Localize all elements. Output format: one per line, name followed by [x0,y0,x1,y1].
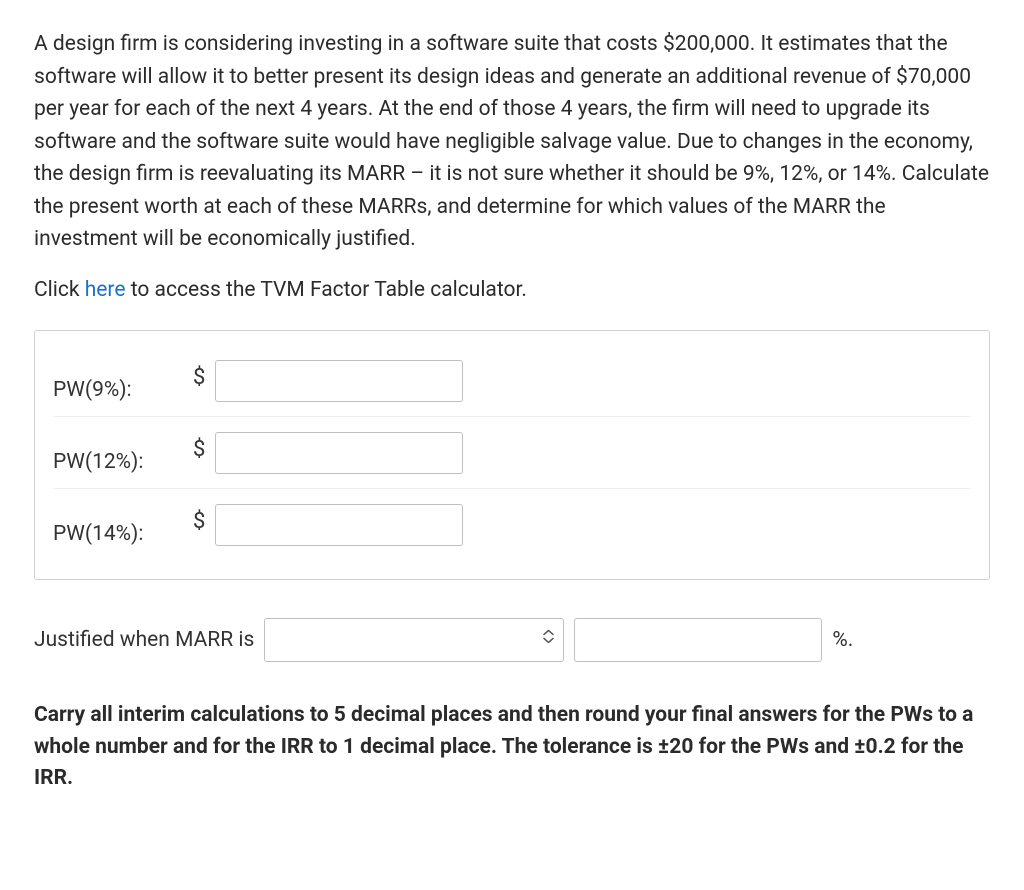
currency-symbol: $ [193,423,205,467]
pw-12-input[interactable] [215,432,463,474]
pw-12-row: PW(12%): $ [53,417,971,489]
marr-value-input[interactable] [574,618,822,662]
marr-comparison-select[interactable] [264,618,564,662]
problem-statement: A design firm is considering investing i… [34,28,990,256]
currency-symbol: $ [193,495,205,539]
pw-14-row: PW(14%): $ [53,489,971,561]
pw-9-input[interactable] [215,360,463,402]
justified-suffix: %. [832,624,853,657]
justified-line: Justified when MARR is %. [34,618,990,662]
tvm-access-line: Click here to access the TVM Factor Tabl… [34,274,990,307]
pw-14-label: PW(14%): [53,500,189,551]
tvm-link[interactable]: here [85,278,126,302]
pw-9-label: PW(9%): [53,356,189,407]
pw-9-row: PW(9%): $ [53,345,971,417]
calculation-instructions: Carry all interim calculations to 5 deci… [34,700,990,795]
pw-answer-box: PW(9%): $ PW(12%): $ PW(14%): $ [34,330,990,580]
pw-14-input[interactable] [215,504,463,546]
currency-symbol: $ [193,351,205,395]
tvm-suffix: to access the TVM Factor Table calculato… [126,278,527,302]
tvm-prefix: Click [34,278,85,302]
pw-12-label: PW(12%): [53,428,189,479]
justified-prefix: Justified when MARR is [34,624,254,657]
